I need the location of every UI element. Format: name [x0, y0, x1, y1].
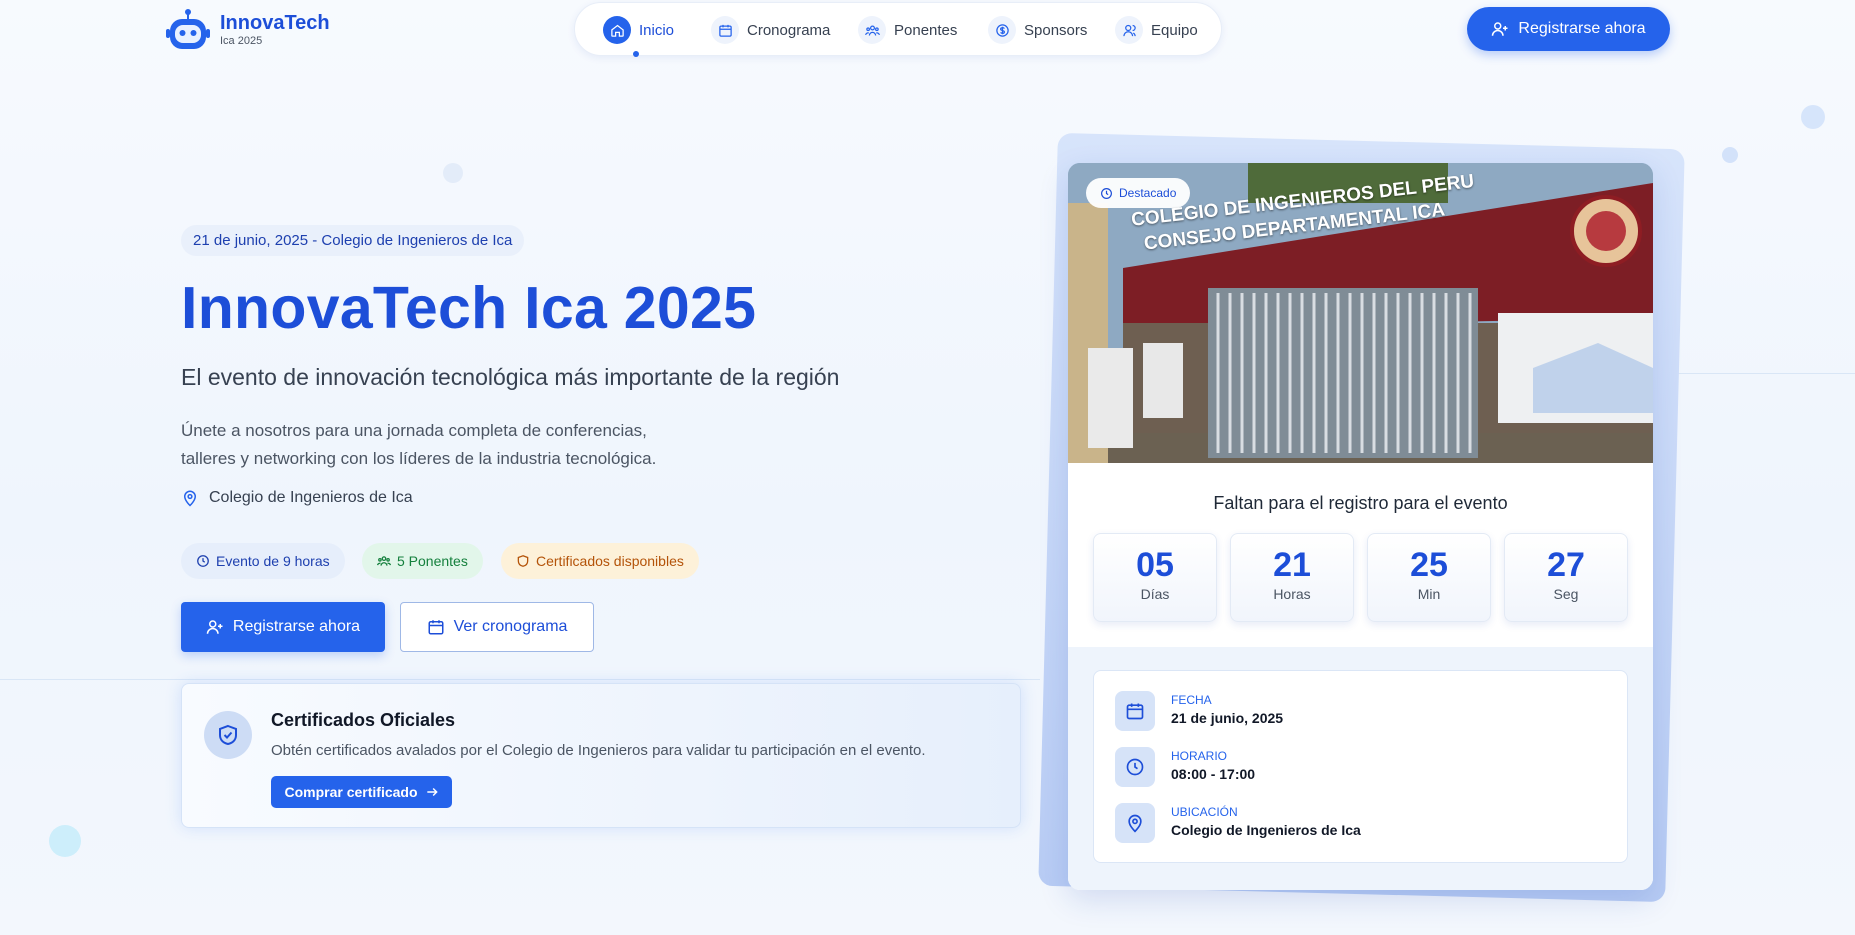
nav-label: Cronograma [747, 21, 831, 39]
main-nav: Inicio Cronograma Ponentes Sponsors Equi… [574, 2, 1222, 56]
clock-icon [197, 555, 209, 567]
detail-value: 08:00 - 17:00 [1171, 766, 1256, 782]
hero-description-line: talleres y networking con los líderes de… [181, 449, 657, 468]
location-pin-icon [183, 490, 197, 507]
calendar-icon [1115, 691, 1155, 731]
decorative-dot [49, 825, 81, 857]
countdown-unit: Seg [1553, 586, 1579, 602]
detail-value: Colegio de Ingenieros de Ica [1171, 822, 1361, 838]
nav-item-equipo[interactable]: Equipo [1115, 16, 1198, 44]
pill-label: Evento de 9 horas [216, 553, 330, 569]
countdown-value: 21 [1273, 546, 1311, 584]
detail-label: FECHA [1171, 693, 1212, 707]
nav-label: Sponsors [1024, 21, 1088, 39]
countdown-value: 05 [1136, 546, 1174, 584]
buy-certificate-button[interactable]: Comprar certificado [271, 776, 452, 808]
button-label: Registrarse ahora [232, 618, 361, 635]
duration-pill: Evento de 9 horas [181, 543, 345, 579]
nav-item-inicio[interactable]: Inicio [603, 16, 674, 44]
users-icon [377, 556, 391, 566]
featured-badge-label: Destacado [1119, 186, 1177, 200]
nav-item-sponsors[interactable]: Sponsors [988, 16, 1087, 44]
decorative-dot [1722, 147, 1738, 163]
calendar-icon [428, 620, 444, 635]
view-schedule-button[interactable]: Ver cronograma [400, 602, 594, 652]
brand-name: InnovaTech [220, 12, 330, 34]
countdown-value: 27 [1547, 546, 1585, 584]
clock-icon [1115, 747, 1155, 787]
nav-item-ponentes[interactable]: Ponentes [858, 16, 957, 44]
pill-label: 5 Ponentes [397, 553, 468, 569]
robot-icon [166, 9, 210, 49]
countdown-days: 05 Días [1093, 533, 1217, 622]
detail-label: HORARIO [1171, 749, 1228, 763]
certificates-title: Certificados Oficiales [271, 710, 456, 730]
detail-value: 21 de junio, 2025 [1171, 710, 1284, 726]
decorative-dot [443, 163, 463, 183]
calendar-icon [711, 16, 739, 44]
shield-icon [517, 555, 529, 567]
countdown-seconds: 27 Seg [1504, 533, 1628, 622]
arrow-right-icon [426, 787, 438, 797]
button-label: Comprar certificado [284, 784, 418, 800]
countdown-unit: Horas [1273, 586, 1311, 602]
detail-label: UBICACIÓN [1171, 805, 1238, 819]
location-label: Colegio de Ingenieros de Ica [209, 489, 413, 506]
home-icon [603, 16, 631, 44]
countdown-hours: 21 Horas [1230, 533, 1354, 622]
hero-location: Colegio de Ingenieros de Ica [181, 489, 413, 507]
event-details: FECHA 21 de junio, 2025 HORARIO 08:00 - … [1093, 670, 1628, 863]
nav-label: Equipo [1151, 21, 1198, 39]
register-button[interactable]: Registrarse ahora [181, 602, 385, 652]
clock-icon [1101, 187, 1112, 199]
speakers-pill: 5 Ponentes [362, 543, 483, 579]
dollar-icon [988, 16, 1016, 44]
countdown-value: 25 [1410, 546, 1448, 584]
decorative-dot [1801, 105, 1825, 129]
user-plus-icon [206, 620, 223, 634]
background-line [1655, 373, 1855, 374]
certificates-description: Obtén certificados avalados por el Coleg… [271, 742, 926, 759]
hero-description-line: Únete a nosotros para una jornada comple… [181, 421, 647, 440]
countdown-minutes: 25 Min [1367, 533, 1491, 622]
pill-label: Certificados disponibles [536, 553, 684, 569]
hero-title: InnovaTech Ica 2025 [181, 275, 757, 341]
countdown-unit: Min [1417, 586, 1441, 602]
active-nav-indicator [633, 51, 639, 57]
brand-logo[interactable]: InnovaTech Ica 2025 [164, 6, 330, 54]
register-label: Registrarse ahora [1518, 20, 1646, 37]
users-icon [858, 16, 886, 44]
hero-subtitle: El evento de innovación tecnológica más … [181, 364, 840, 390]
nav-label: Inicio [639, 21, 675, 39]
button-label: Ver cronograma [453, 618, 568, 635]
hero-description: Únete a nosotros para una jornada comple… [181, 417, 741, 473]
event-date-badge: 21 de junio, 2025 - Colegio de Ingeniero… [181, 225, 525, 256]
header-register-button[interactable]: Registrarse ahora [1467, 7, 1670, 51]
location-pin-icon [1115, 803, 1155, 843]
nav-item-cronograma[interactable]: Cronograma [711, 16, 830, 44]
countdown-unit: Días [1140, 586, 1170, 602]
event-card: Destacado COLEGIO DE INGENIEROS DEL PERU… [1068, 163, 1653, 890]
venue-photo: Destacado COLEGIO DE INGENIEROS DEL PERU… [1068, 163, 1653, 463]
countdown-title: Faltan para el registro para el evento [1213, 493, 1508, 513]
certificates-pill: Certificados disponibles [501, 543, 699, 579]
user-plus-icon [1492, 22, 1508, 36]
team-icon [1115, 16, 1143, 44]
brand-subtitle: Ica 2025 [220, 35, 263, 47]
shield-check-icon [204, 711, 252, 759]
certificates-card: Certificados Oficiales Obtén certificado… [181, 683, 1021, 828]
background-line [0, 679, 1040, 680]
nav-label: Ponentes [894, 21, 958, 39]
